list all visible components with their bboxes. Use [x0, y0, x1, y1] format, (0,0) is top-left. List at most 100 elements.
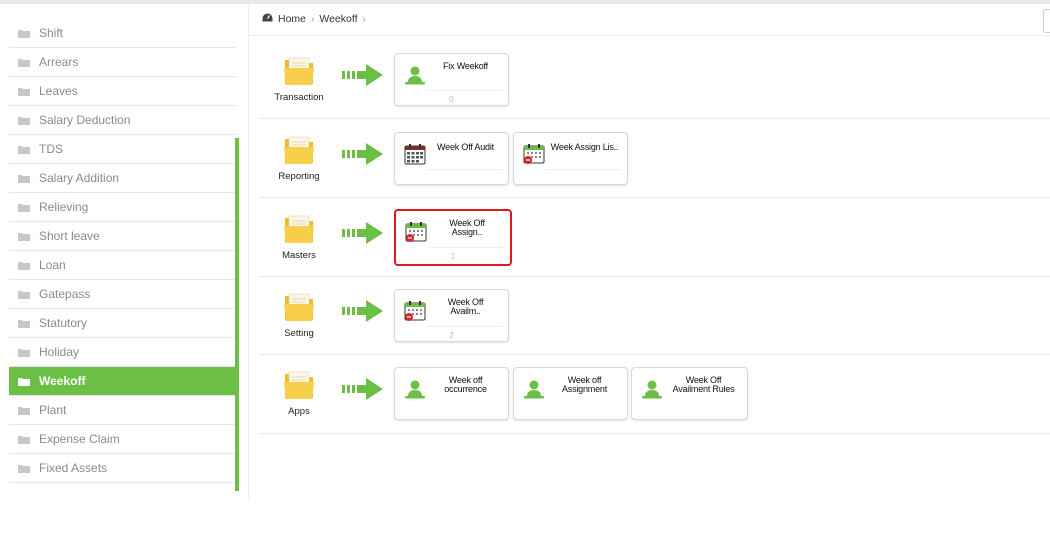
folder-icon	[18, 116, 30, 125]
folder-icon	[18, 29, 30, 38]
divider	[427, 326, 502, 327]
sidebar-item-expense-claim[interactable]: Expense Claim	[9, 425, 236, 454]
folder-icon	[282, 54, 316, 88]
card-count: 1	[450, 251, 456, 261]
folder-icon	[18, 464, 30, 473]
arrow-right-icon	[342, 63, 384, 87]
sidebar-item-salary-addition[interactable]: Salary Addition	[9, 164, 236, 193]
chevron-right-icon: ›	[362, 13, 366, 25]
sidebar-item-salary-deduction[interactable]: Salary Deduction	[9, 106, 236, 135]
calendar-alert-icon	[404, 300, 426, 322]
person-icon	[404, 64, 426, 86]
folder-icon	[18, 406, 30, 415]
divider	[428, 247, 504, 248]
category-reporting[interactable]: Reporting	[258, 133, 340, 182]
category-apps[interactable]: Apps	[258, 368, 340, 417]
category-setting[interactable]: Setting	[258, 290, 340, 339]
card-title: Week Off Audit	[437, 142, 494, 152]
dashboard-icon	[262, 13, 273, 25]
category-label: Masters	[282, 250, 316, 261]
sidebar-item-holiday[interactable]: Holiday	[9, 338, 236, 367]
card-title-line: Availm..	[450, 306, 481, 316]
folder-icon	[18, 290, 30, 299]
sidebar-item-weekoff[interactable]: Weekoff	[9, 367, 236, 396]
sidebar-item-label: Salary Addition	[39, 171, 120, 185]
sidebar-item-short-leave[interactable]: Short leave	[9, 222, 236, 251]
card-title-line: occurrence	[444, 384, 487, 394]
sidebar-scroll-rail[interactable]	[235, 138, 239, 491]
sidebar-item-label: Relieving	[39, 200, 89, 214]
divider	[248, 4, 249, 499]
sidebar-item-label: Leaves	[39, 84, 78, 98]
sidebar-item-label: Fixed Assets	[39, 461, 108, 475]
category-masters[interactable]: Masters	[258, 212, 340, 261]
card-title-line: Availment Rules	[672, 384, 735, 394]
card-title: Week Off Availment Rules	[664, 376, 743, 394]
card-count: 0	[449, 94, 454, 104]
sidebar-item-leaves[interactable]: Leaves	[9, 77, 236, 106]
category-label: Reporting	[278, 171, 320, 182]
toolbar-button[interactable]	[1043, 9, 1050, 33]
card-title: Week Off Assign..	[428, 219, 506, 237]
sidebar-item-plant[interactable]: Plant	[9, 396, 236, 425]
sidebar-item-label: TDS	[39, 142, 63, 156]
sidebar-item-loan[interactable]: Loan	[9, 251, 236, 280]
sidebar-item-label: Plant	[39, 403, 67, 417]
card-week-off-availment[interactable]: Week Off Availm.. 2	[394, 289, 509, 342]
divider	[546, 169, 621, 170]
divider	[249, 35, 1050, 36]
calendar-alert-icon	[405, 221, 427, 243]
section-transaction: Transaction Fix Weekoff 0	[258, 40, 1050, 119]
section-reporting: Reporting Week Off Audit Week Assign Lis…	[258, 119, 1050, 198]
card-title: Week off Assignment	[546, 376, 623, 394]
folder-icon	[18, 261, 30, 270]
divider	[427, 169, 502, 170]
card-week-off-assign[interactable]: Week Off Assign.. 1	[394, 209, 512, 266]
card-week-off-availment-rules[interactable]: Week Off Availment Rules	[631, 367, 748, 420]
sidebar-item-shift[interactable]: Shift	[9, 19, 236, 48]
sidebar-item-tds[interactable]: TDS	[9, 135, 236, 164]
card-week-off-audit[interactable]: Week Off Audit	[394, 132, 509, 185]
sidebar-item-label: Salary Deduction	[39, 113, 131, 127]
section-masters: Masters Week Off Assign.. 1	[258, 198, 1050, 277]
sidebar-item-label: Gatepass	[39, 287, 91, 301]
card-fix-weekoff[interactable]: Fix Weekoff 0	[394, 53, 509, 106]
calendar-grid-icon	[404, 143, 426, 165]
sidebar-item-arrears[interactable]: Arrears	[9, 48, 236, 77]
sidebar-item-statutory[interactable]: Statutory	[9, 309, 236, 338]
calendar-alert-icon	[523, 143, 545, 165]
breadcrumb-home[interactable]: Home	[278, 13, 306, 25]
sidebar-item-label: Short leave	[39, 229, 100, 243]
top-bar	[0, 0, 1050, 4]
card-week-assign-list[interactable]: Week Assign Lis..	[513, 132, 628, 185]
folder-icon	[282, 368, 316, 402]
category-transaction[interactable]: Transaction	[258, 54, 340, 103]
person-icon	[641, 378, 663, 400]
folder-icon	[18, 319, 30, 328]
folder-icon	[18, 145, 30, 154]
arrow-right-icon	[342, 221, 384, 245]
category-label: Transaction	[274, 92, 324, 103]
sidebar: Shift Arrears Leaves Salary Deduction TD…	[9, 19, 236, 483]
card-title-line: Assign..	[451, 227, 483, 237]
category-label: Setting	[284, 328, 314, 339]
sidebar-item-label: Holiday	[39, 345, 80, 359]
sidebar-item-gatepass[interactable]: Gatepass	[9, 280, 236, 309]
person-icon	[404, 378, 426, 400]
sidebar-item-relieving[interactable]: Relieving	[9, 193, 236, 222]
sidebar-item-fixed-assets[interactable]: Fixed Assets	[9, 454, 236, 483]
breadcrumb-current[interactable]: Weekoff	[319, 13, 357, 25]
card-week-off-occurrence[interactable]: Week off occurrence	[394, 367, 509, 420]
sidebar-item-label: Expense Claim	[39, 432, 120, 446]
card-title-line: Assignment	[561, 384, 608, 394]
sidebar-item-label: Loan	[39, 258, 66, 272]
arrow-right-icon	[342, 142, 384, 166]
folder-icon	[282, 133, 316, 167]
sidebar-item-label: Weekoff	[39, 374, 86, 388]
sidebar-item-label: Shift	[39, 26, 64, 40]
section-setting: Setting Week Off Availm.. 2	[258, 277, 1050, 355]
card-title: Week Assign Lis..	[550, 142, 619, 152]
card-title: Week Off Availm..	[427, 298, 504, 316]
card-week-off-assignment[interactable]: Week off Assignment	[513, 367, 628, 420]
arrow-right-icon	[342, 377, 384, 401]
